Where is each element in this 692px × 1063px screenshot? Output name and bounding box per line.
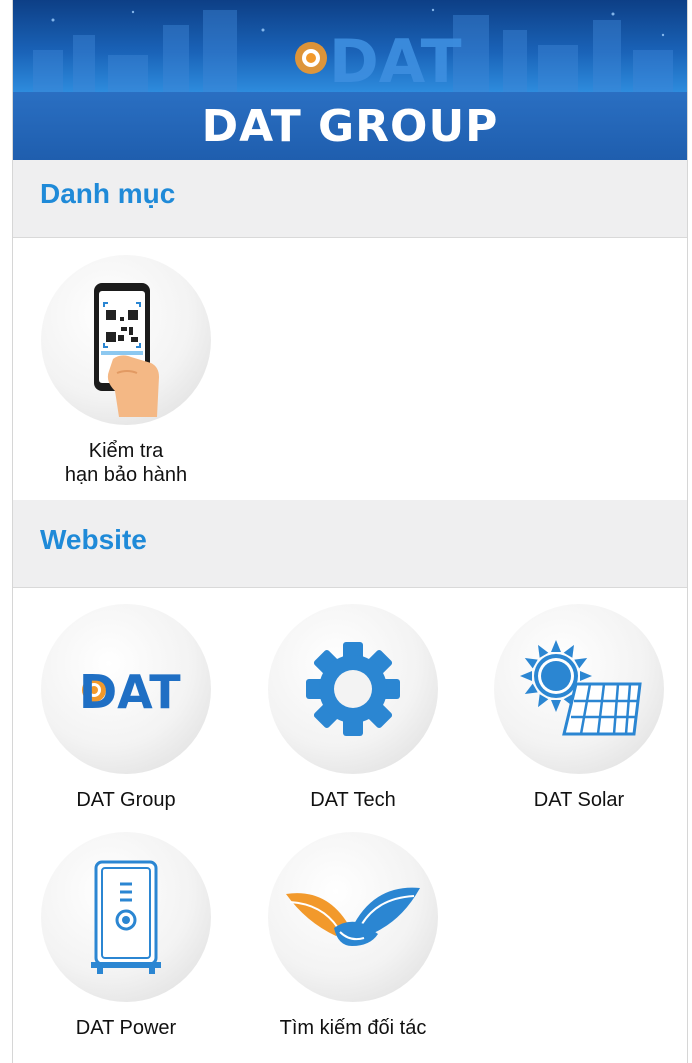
tile-dat-group[interactable]: DAT DAT Group — [26, 604, 226, 812]
dat-banner-logo: DAT — [295, 27, 462, 90]
power-unit-icon — [91, 860, 161, 974]
dat-tech-tile-circle — [268, 604, 438, 774]
tile-label-line2: hạn bảo hành — [64, 464, 188, 486]
app-frame: DAT DAT GROUP Danh mục Kiểm tra hạn bảo … — [12, 0, 688, 1063]
tile-label-dat-group: DAT Group — [76, 789, 176, 811]
dat-logo-icon: DAT — [79, 665, 181, 719]
tile-label-dat-power: DAT Power — [75, 1017, 177, 1039]
section-title-website: Website — [40, 524, 147, 555]
handshake-icon — [286, 887, 420, 946]
find-partner-tile-circle — [268, 832, 438, 1002]
tile-find-partner[interactable]: Tìm kiếm đối tác — [253, 832, 453, 1040]
solar-panel-icon — [520, 640, 642, 736]
page-title: DAT GROUP — [201, 100, 499, 152]
section-header-danh-muc: Danh mục — [13, 160, 687, 238]
tile-dat-power[interactable]: DAT Power — [26, 832, 226, 1040]
tile-label-line1: Kiểm tra — [88, 440, 164, 462]
tile-label-dat-solar: DAT Solar — [533, 789, 625, 811]
dat-power-tile-circle — [41, 832, 211, 1002]
dat-solar-tile-circle — [494, 604, 664, 774]
warranty-tile-circle — [41, 255, 211, 425]
qr-phone-icon — [94, 283, 159, 417]
tile-label-warranty: Kiểm tra hạn bảo hành — [26, 439, 226, 487]
banner-title-band: DAT GROUP — [13, 92, 687, 160]
header-banner: DAT DAT GROUP — [13, 0, 687, 160]
dat-group-tile-circle: DAT — [41, 604, 211, 774]
tile-dat-solar[interactable]: DAT Solar — [479, 604, 679, 812]
banner-logo-text: DAT — [329, 27, 462, 90]
tile-warranty-check[interactable]: Kiểm tra hạn bảo hành — [26, 255, 226, 487]
section-title-danh-muc: Danh mục — [40, 178, 176, 209]
dat-logo-text: DAT — [79, 665, 181, 719]
section-header-website: Website — [13, 500, 687, 588]
tile-label-dat-tech: DAT Tech — [310, 789, 396, 811]
gear-icon — [306, 642, 400, 736]
tile-label-find-partner: Tìm kiếm đối tác — [279, 1017, 427, 1039]
tile-dat-tech[interactable]: DAT Tech — [253, 604, 453, 812]
